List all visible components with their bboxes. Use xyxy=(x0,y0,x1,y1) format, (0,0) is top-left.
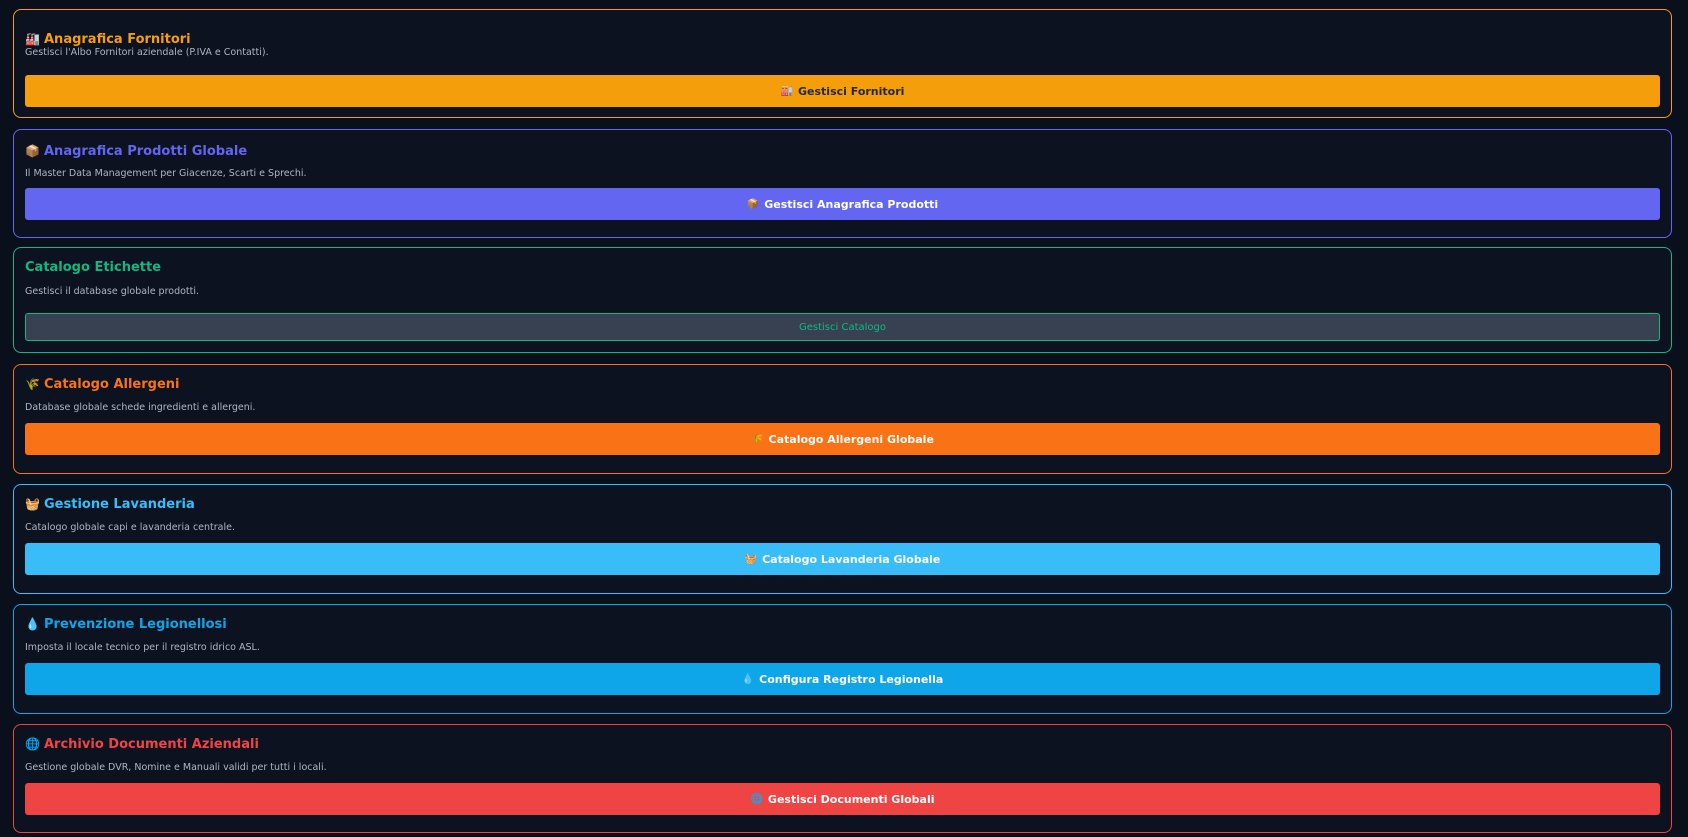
card-etichette-description: Gestisci il database globale prodotti. xyxy=(25,286,200,297)
factory-icon: 🏭 xyxy=(780,85,794,97)
gestisci-catalogo-label: Gestisci Catalogo xyxy=(799,321,886,333)
card-allergeni-description: Database globale schede ingredienti e al… xyxy=(25,402,256,413)
card-etichette-title: Catalogo Etichette xyxy=(25,260,161,276)
card-fornitori: 🏭 Anagrafica Fornitori Gestisci l'Albo Fo… xyxy=(13,9,1672,118)
card-prodotti: 📦 Anagrafica Prodotti Globale Il Master D… xyxy=(13,129,1672,238)
card-legionella-title: 💧 Prevenzione Legionellosi xyxy=(25,616,227,633)
globe-icon: 🌐 xyxy=(25,737,40,751)
gestisci-catalogo-button[interactable]: Gestisci Catalogo xyxy=(25,313,1660,341)
configura-legionella-label: Configura Registro Legionella xyxy=(759,672,944,686)
card-prodotti-description: Il Master Data Management per Giacenze, … xyxy=(25,168,307,179)
package-icon: 📦 xyxy=(25,144,40,158)
card-documenti-title-text: Archivio Documenti Aziendali xyxy=(44,737,259,752)
card-prodotti-title-text: Anagrafica Prodotti Globale xyxy=(44,144,248,159)
card-lavanderia-title: 🧺 Gestione Lavanderia xyxy=(25,496,195,513)
card-allergeni: 🌾 Catalogo Allergeni Database globale sch… xyxy=(13,364,1672,474)
catalogo-allergeni-button[interactable]: 🌾 Catalogo Allergeni Globale xyxy=(25,423,1660,455)
gestisci-documenti-label: Gestisci Documenti Globali xyxy=(767,792,935,806)
card-allergeni-title: 🌾 Catalogo Allergeni xyxy=(25,376,179,393)
factory-icon: 🏭 xyxy=(25,32,40,46)
gestisci-prodotti-label: Gestisci Anagrafica Prodotti xyxy=(764,197,939,211)
globe-icon: 🌐 xyxy=(750,793,763,805)
card-legionella: 💧 Prevenzione Legionellosi Imposta il loc… xyxy=(13,604,1672,714)
configura-legionella-button[interactable]: 💧 Configura Registro Legionella xyxy=(25,663,1660,695)
gestisci-documenti-button[interactable]: 🌐 Gestisci Documenti Globali xyxy=(25,783,1660,815)
card-fornitori-title: 🏭 Anagrafica Fornitori xyxy=(25,31,191,48)
card-allergeni-title-text: Catalogo Allergeni xyxy=(44,377,180,392)
card-documenti: 🌐 Archivio Documenti Aziendali Gestione g… xyxy=(13,724,1672,833)
card-fornitori-description: Gestisci l'Albo Fornitori aziendale (P.I… xyxy=(25,47,269,58)
admin-panel: 🏭 Anagrafica Fornitori Gestisci l'Albo Fo… xyxy=(0,0,1688,837)
water-drop-icon: 💧 xyxy=(741,673,755,685)
water-drop-icon: 💧 xyxy=(25,617,40,631)
catalogo-lavanderia-button[interactable]: 🧺 Catalogo Lavanderia Globale xyxy=(25,543,1660,575)
gestisci-fornitori-button[interactable]: 🏭 Gestisci Fornitori xyxy=(25,75,1660,107)
card-lavanderia-description: Catalogo globale capi e lavanderia centr… xyxy=(25,522,235,533)
basket-icon: 🧺 xyxy=(25,497,40,511)
card-lavanderia-title-text: Gestione Lavanderia xyxy=(44,497,195,512)
card-etichette-title-text: Catalogo Etichette xyxy=(25,260,162,275)
card-etichette: Catalogo Etichette Gestisci il database … xyxy=(13,247,1672,353)
card-prodotti-title: 📦 Anagrafica Prodotti Globale xyxy=(25,143,247,160)
basket-icon: 🧺 xyxy=(744,553,758,565)
card-fornitori-title-text: Anagrafica Fornitori xyxy=(44,32,191,47)
card-documenti-description: Gestione globale DVR, Nomine e Manuali v… xyxy=(25,762,327,773)
card-legionella-title-text: Prevenzione Legionellosi xyxy=(44,617,227,632)
gestisci-prodotti-button[interactable]: 📦 Gestisci Anagrafica Prodotti xyxy=(25,188,1660,220)
catalogo-lavanderia-label: Catalogo Lavanderia Globale xyxy=(762,552,941,566)
wheat-icon: 🌾 xyxy=(25,377,40,391)
card-lavanderia: 🧺 Gestione Lavanderia Catalogo globale ca… xyxy=(13,484,1672,594)
card-documenti-title: 🌐 Archivio Documenti Aziendali xyxy=(25,736,259,753)
card-legionella-description: Imposta il locale tecnico per il registr… xyxy=(25,642,260,653)
catalogo-allergeni-label: Catalogo Allergeni Globale xyxy=(768,432,934,446)
package-icon: 📦 xyxy=(746,198,760,210)
wheat-icon: 🌾 xyxy=(751,433,764,445)
gestisci-fornitori-label: Gestisci Fornitori xyxy=(798,84,905,98)
